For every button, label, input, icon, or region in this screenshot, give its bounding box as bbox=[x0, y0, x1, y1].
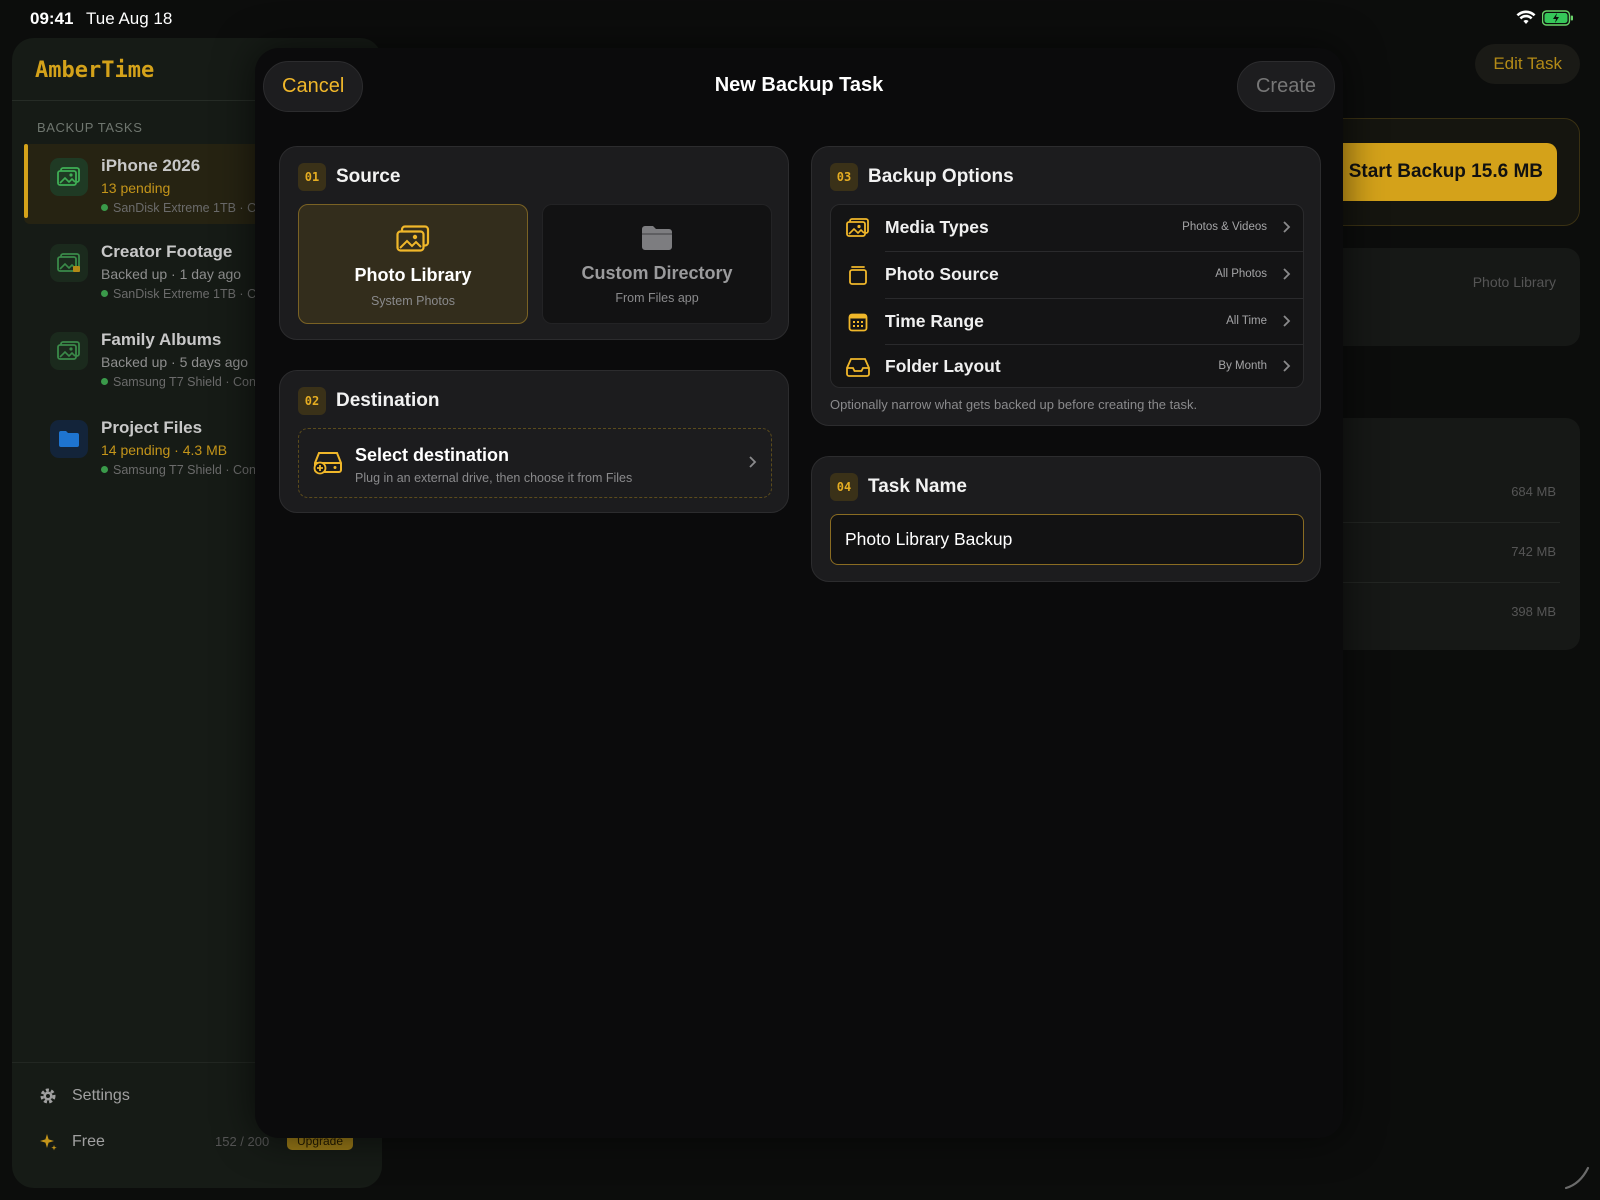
step-number: 01 bbox=[298, 163, 326, 191]
card-title: Task Name bbox=[868, 476, 967, 497]
task-status: Backed up · 5 days ago bbox=[101, 354, 249, 370]
battery-charging-icon bbox=[1542, 10, 1573, 26]
calendar-icon bbox=[848, 313, 868, 332]
status-time: 09:41 bbox=[30, 9, 74, 28]
task-drive: Samsung T7 Shield · Con bbox=[101, 375, 256, 389]
source-option-photo-library[interactable]: Photo Library System Photos bbox=[298, 204, 528, 324]
external-drive-add-icon bbox=[313, 452, 342, 475]
photo-library-icon bbox=[846, 218, 869, 237]
status-date: Tue Aug 18 bbox=[86, 9, 173, 28]
destination-card: 02 Destination Select destination Plug i… bbox=[279, 370, 789, 513]
status-dot bbox=[101, 378, 108, 385]
step-number: 04 bbox=[830, 473, 858, 501]
resize-handle-icon bbox=[1564, 1166, 1590, 1190]
task-status: 14 pending · 4.3 MB bbox=[101, 442, 228, 458]
source-option-custom-directory[interactable]: Custom Directory From Files app bbox=[542, 204, 772, 324]
edit-task-button[interactable]: Edit Task bbox=[1475, 44, 1580, 84]
sidebar-item-settings[interactable]: Settings bbox=[38, 1086, 130, 1106]
folder-icon bbox=[50, 420, 88, 458]
task-name: iPhone 2026 bbox=[101, 156, 201, 175]
tray-icon bbox=[846, 358, 870, 377]
task-name: Project Files bbox=[101, 418, 203, 437]
quota-counter: 152 / 200 bbox=[215, 1134, 270, 1149]
task-status: 13 pending bbox=[101, 180, 171, 196]
start-backup-button[interactable]: Start Backup 15.6 MB bbox=[1309, 143, 1557, 201]
select-destination-button[interactable]: Select destination Plug in an external d… bbox=[298, 428, 772, 498]
chevron-right-icon bbox=[1283, 268, 1291, 280]
selection-bar bbox=[24, 144, 28, 218]
card-title: Backup Options bbox=[868, 166, 1014, 187]
option-row-folder-layout[interactable]: Folder Layout By Month bbox=[831, 344, 1303, 387]
chevron-right-icon bbox=[1283, 360, 1291, 372]
photo-library-icon bbox=[50, 244, 88, 282]
app-brand: AmberTime bbox=[35, 58, 155, 83]
status-bar: 09:41 Tue Aug 18 bbox=[0, 0, 1600, 38]
chevron-right-icon bbox=[749, 456, 757, 468]
new-backup-task-sheet: Cancel New Backup Task Create 01 Source … bbox=[255, 48, 1343, 1138]
options-hint: Optionally narrow what gets backed up be… bbox=[830, 397, 1198, 412]
photo-library-icon bbox=[50, 158, 88, 196]
backup-options-card: 03 Backup Options Media Types Photos & V… bbox=[811, 146, 1321, 426]
task-drive: Samsung T7 Shield · Con bbox=[101, 463, 256, 477]
task-name-card: 04 Task Name bbox=[811, 456, 1321, 582]
options-list: Media Types Photos & Videos Photo Source… bbox=[830, 204, 1304, 388]
option-value: All Time bbox=[1226, 315, 1267, 327]
status-dot bbox=[101, 290, 108, 297]
card-title: Source bbox=[336, 166, 401, 187]
step-number: 03 bbox=[830, 163, 858, 191]
photo-library-icon bbox=[50, 332, 88, 370]
wifi-icon bbox=[1516, 10, 1536, 24]
create-button[interactable]: Create bbox=[1236, 61, 1335, 112]
settings-label: Settings bbox=[72, 1087, 130, 1104]
source-card: 01 Source Photo Library System Photos Cu… bbox=[279, 146, 789, 340]
task-name: Creator Footage bbox=[101, 242, 233, 261]
size-value: 742 MB bbox=[1511, 544, 1556, 559]
task-drive: SanDisk Extreme 1TB · C bbox=[101, 287, 256, 301]
size-value: 684 MB bbox=[1511, 484, 1556, 499]
destination-hint: Plug in an external drive, then choose i… bbox=[355, 471, 633, 485]
option-label: Custom Directory bbox=[581, 263, 733, 283]
option-subtitle: From Files app bbox=[615, 291, 699, 305]
option-label: Time Range bbox=[885, 311, 984, 331]
option-label: Folder Layout bbox=[885, 356, 1001, 376]
photo-library-icon bbox=[396, 225, 430, 252]
card-title: Destination bbox=[336, 390, 440, 411]
stack-icon bbox=[849, 266, 867, 285]
size-value: 398 MB bbox=[1511, 604, 1556, 619]
option-row-media-types[interactable]: Media Types Photos & Videos bbox=[831, 205, 1303, 251]
task-status: Backed up · 1 day ago bbox=[101, 266, 242, 282]
sidebar-item-plan[interactable]: Free bbox=[38, 1132, 105, 1152]
sheet-title: New Backup Task bbox=[714, 74, 884, 96]
source-value: Photo Library bbox=[1472, 274, 1556, 290]
task-drive: SanDisk Extreme 1TB · C bbox=[101, 201, 256, 215]
option-value: Photos & Videos bbox=[1182, 221, 1267, 233]
task-name: Family Albums bbox=[101, 330, 222, 349]
option-row-photo-source[interactable]: Photo Source All Photos bbox=[831, 252, 1303, 298]
option-value: All Photos bbox=[1215, 268, 1267, 280]
divider bbox=[1320, 582, 1560, 583]
plan-label: Free bbox=[72, 1133, 105, 1150]
sparkle-icon bbox=[40, 1134, 57, 1151]
gear-icon bbox=[40, 1088, 56, 1104]
option-row-time-range[interactable]: Time Range All Time bbox=[831, 299, 1303, 345]
section-label: BACKUP TASKS bbox=[37, 120, 143, 135]
option-value: By Month bbox=[1218, 360, 1267, 372]
option-subtitle: System Photos bbox=[370, 294, 456, 308]
option-label: Photo Source bbox=[885, 264, 999, 284]
status-dot bbox=[101, 204, 108, 211]
step-number: 02 bbox=[298, 387, 326, 415]
divider bbox=[1320, 522, 1560, 523]
status-dot bbox=[101, 466, 108, 473]
option-label: Media Types bbox=[885, 217, 989, 237]
folder-icon bbox=[642, 226, 672, 250]
chevron-right-icon bbox=[1283, 221, 1291, 233]
chevron-right-icon bbox=[1283, 315, 1291, 327]
task-name-input[interactable] bbox=[830, 514, 1304, 565]
option-label: Photo Library bbox=[354, 265, 472, 285]
destination-label: Select destination bbox=[355, 445, 510, 465]
